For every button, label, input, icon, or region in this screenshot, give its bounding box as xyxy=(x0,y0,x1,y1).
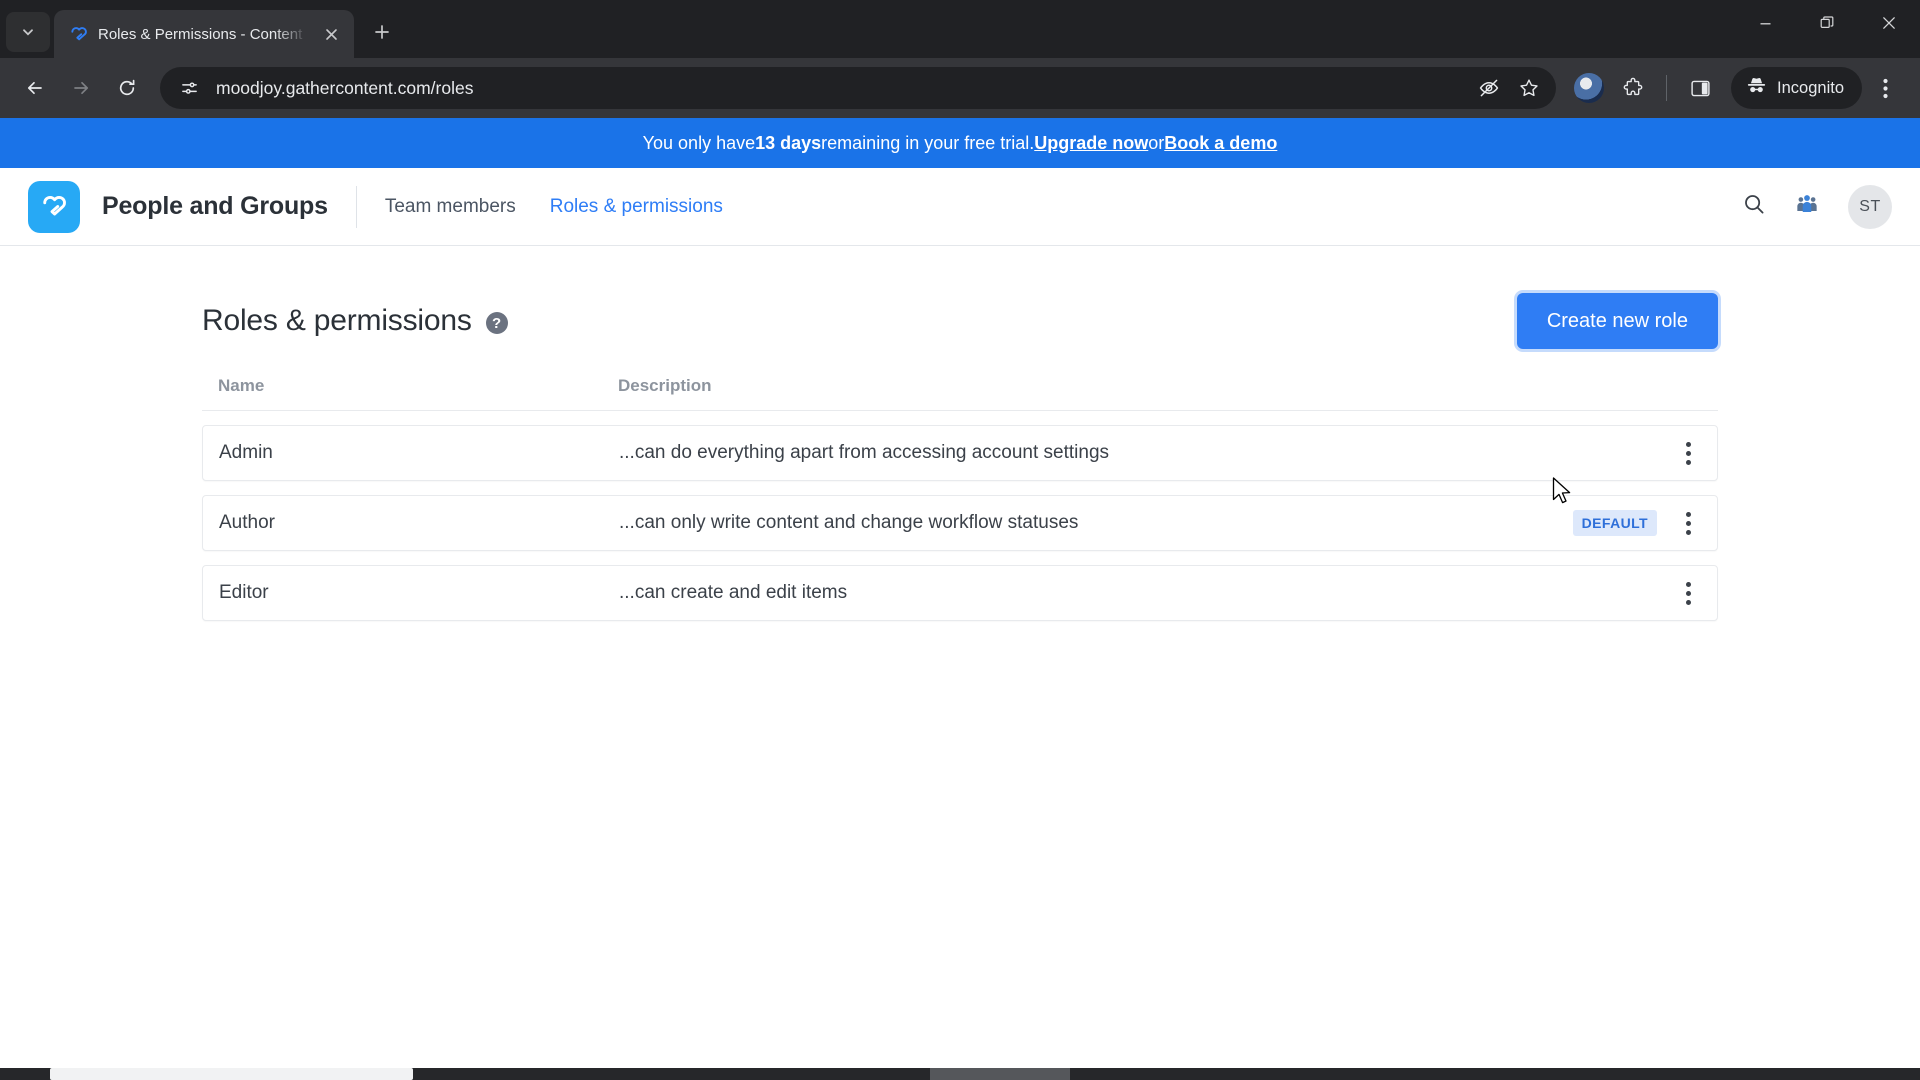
role-name: Editor xyxy=(219,582,269,603)
page-title: Roles & permissions xyxy=(202,304,472,337)
tab-title: Roles & Permissions - Content xyxy=(98,25,303,43)
gathercontent-logo[interactable] xyxy=(28,180,80,233)
back-button[interactable] xyxy=(14,67,56,109)
url-text[interactable]: moodjoy.gathercontent.com/roles xyxy=(216,78,1462,99)
scrollbar-thumb[interactable] xyxy=(50,1068,413,1080)
role-description: ...can do everything apart from accessin… xyxy=(619,442,1110,463)
window-controls xyxy=(1734,0,1920,58)
header-actions: ST xyxy=(1742,184,1892,229)
table-row[interactable]: Editor ...can create and edit items xyxy=(202,565,1718,621)
forward-button[interactable] xyxy=(60,67,102,109)
incognito-hat-icon xyxy=(1745,74,1768,102)
app-title: People and Groups xyxy=(102,192,328,220)
tab-strip: Roles & Permissions - Content xyxy=(0,0,1920,58)
trial-days: 13 days xyxy=(755,132,822,153)
free-trial-banner: You only have 13 days remaining in your … xyxy=(0,118,1920,168)
trial-prefix: You only have xyxy=(642,132,756,153)
toolbar-right-actions: Incognito xyxy=(1568,67,1906,109)
role-description: ...can only write content and change wor… xyxy=(619,512,1079,533)
user-avatar[interactable]: ST xyxy=(1848,184,1892,229)
kebab-menu-icon[interactable] xyxy=(1675,511,1701,535)
page-content: Roles & permissions ? Create new role Na… xyxy=(0,246,1920,621)
reload-button[interactable] xyxy=(106,67,148,109)
roles-table: Name Description Admin ...can do everyth… xyxy=(202,376,1718,621)
nav-item-roles-permissions[interactable]: Roles & permissions xyxy=(550,196,723,218)
new-tab-button[interactable] xyxy=(362,12,402,52)
trial-middle: remaining in your free trial. xyxy=(821,132,1035,153)
help-question-icon[interactable]: ? xyxy=(485,312,508,334)
bottom-scrollbar-strip[interactable] xyxy=(0,1068,1920,1080)
scrollbar-segment xyxy=(930,1068,1070,1080)
three-dot-menu-icon[interactable] xyxy=(1864,67,1906,109)
role-name: Author xyxy=(219,512,275,533)
table-header-row: Name Description xyxy=(202,376,1718,411)
kebab-menu-icon[interactable] xyxy=(1675,441,1701,465)
search-icon[interactable] xyxy=(1742,192,1766,221)
column-header-description: Description xyxy=(618,376,712,395)
tab-close-icon[interactable] xyxy=(318,21,344,47)
close-window-button[interactable] xyxy=(1858,0,1920,46)
table-row[interactable]: Admin ...can do everything apart from ac… xyxy=(202,425,1718,481)
people-group-icon[interactable] xyxy=(1794,191,1820,222)
nav-item-team-members[interactable]: Team members xyxy=(385,196,516,218)
app-nav: Team members Roles & permissions xyxy=(385,196,723,218)
book-a-demo-link[interactable]: Book a demo xyxy=(1164,133,1277,154)
browser-tab[interactable]: Roles & Permissions - Content xyxy=(54,10,354,58)
profile-avatar-icon[interactable] xyxy=(1568,67,1610,109)
maximize-button[interactable] xyxy=(1796,0,1858,46)
tab-search-chevron-icon[interactable] xyxy=(6,12,50,52)
app-header: People and Groups Team members Roles & p… xyxy=(0,168,1920,246)
site-settings-tune-icon[interactable] xyxy=(176,75,202,101)
page-header: Roles & permissions ? Create new role xyxy=(202,290,1718,352)
gathercontent-favicon xyxy=(68,24,88,44)
kebab-menu-icon[interactable] xyxy=(1675,581,1701,605)
create-new-role-button[interactable]: Create new role xyxy=(1516,293,1718,349)
toolbar-divider xyxy=(1666,75,1668,101)
role-name: Admin xyxy=(219,442,273,463)
table-row[interactable]: Author ...can only write content and cha… xyxy=(202,495,1718,551)
page-viewport: You only have 13 days remaining in your … xyxy=(0,118,1920,1080)
header-divider xyxy=(355,185,357,228)
browser-toolbar: moodjoy.gathercontent.com/roles Incognit… xyxy=(0,58,1920,118)
address-bar[interactable]: moodjoy.gathercontent.com/roles xyxy=(160,67,1557,109)
eye-slash-icon[interactable] xyxy=(1476,75,1502,101)
upgrade-now-link[interactable]: Upgrade now xyxy=(1034,133,1148,154)
browser-window: Roles & Permissions - Content moodjoy.ga… xyxy=(0,0,1920,1080)
bookmark-star-icon[interactable] xyxy=(1516,75,1542,101)
extensions-puzzle-icon[interactable] xyxy=(1612,67,1654,109)
minimize-button[interactable] xyxy=(1734,0,1796,46)
side-panel-icon[interactable] xyxy=(1679,67,1721,109)
incognito-indicator[interactable]: Incognito xyxy=(1731,67,1862,109)
incognito-label: Incognito xyxy=(1777,78,1844,97)
column-header-name: Name xyxy=(218,376,265,395)
trial-or: or xyxy=(1148,132,1165,153)
role-description: ...can create and edit items xyxy=(619,582,848,603)
status-badge: DEFAULT xyxy=(1572,510,1657,536)
